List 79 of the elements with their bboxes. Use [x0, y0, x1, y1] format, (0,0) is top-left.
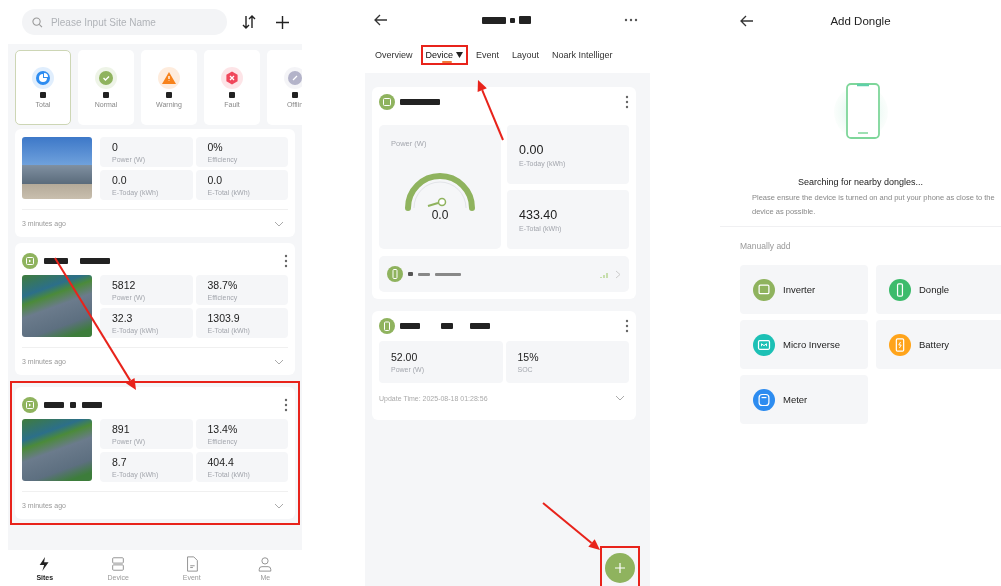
metric-value: 0.0 [207, 174, 224, 186]
metric-value: 404.4 [207, 456, 235, 468]
tab[interactable]: Noark Intelliger [547, 45, 618, 65]
metric-value: 5812 [112, 279, 137, 291]
metric-value: 15% [517, 351, 540, 363]
plus-icon [615, 563, 625, 573]
redacted-name [418, 272, 430, 276]
site-icon [22, 253, 38, 269]
site-icon [22, 397, 38, 413]
metric-value: 1303.9 [207, 312, 241, 324]
tab[interactable]: Layout [507, 45, 545, 65]
device-type-option[interactable]: Inverter [740, 265, 868, 314]
normal-status-icon [95, 67, 117, 89]
redacted-count [292, 92, 298, 98]
battery-icon [379, 318, 395, 334]
redacted-name [470, 323, 490, 329]
metric-value: 433.40 [519, 207, 559, 222]
more-icon[interactable] [624, 18, 638, 22]
metric-value: 891 [112, 423, 131, 435]
metric-value: 32.3 [112, 312, 134, 324]
warning-status-icon [158, 67, 180, 89]
search-status: Searching for nearby dongles... [796, 177, 925, 187]
inverter-icon [379, 94, 395, 110]
search-bar[interactable]: Please Input Site Name [22, 9, 227, 35]
device-type-option[interactable]: Meter [740, 375, 868, 424]
search-input[interactable]: Please Input Site Name [48, 15, 217, 29]
dongle-icon [387, 266, 403, 282]
photo-placeholder [22, 137, 92, 199]
redacted-name [408, 272, 413, 276]
redacted-name [435, 272, 461, 276]
metric-value: 13.4% [207, 423, 239, 435]
device-type-option[interactable]: Micro Inverse [740, 320, 868, 369]
more-icon[interactable] [625, 95, 629, 109]
redacted-name [441, 323, 453, 329]
redacted-name [400, 323, 420, 329]
tab[interactable]: Event [471, 45, 505, 65]
redacted-name [80, 258, 110, 264]
redacted-count [103, 92, 109, 98]
redacted-name [44, 258, 68, 264]
back-arrow-icon[interactable] [740, 15, 754, 27]
device-icon [110, 555, 127, 572]
redacted-title [518, 16, 531, 24]
me-icon [257, 555, 274, 572]
device-type-option[interactable]: Dongle [876, 265, 1001, 314]
device-type-option[interactable]: Battery [876, 320, 1001, 369]
metric-value: 0.00 [519, 142, 545, 157]
fault-status-icon [221, 67, 243, 89]
metric-value: 38.7% [207, 279, 239, 291]
sort-icon [241, 15, 256, 29]
screen-title: Add Dongle [829, 15, 892, 27]
redacted-count [166, 92, 172, 98]
metric-value: 0% [207, 141, 224, 153]
more-icon[interactable] [284, 254, 288, 268]
more-icon[interactable] [625, 319, 629, 333]
metric-value: 52.00 [391, 351, 419, 363]
total-status-icon [32, 67, 54, 89]
back-arrow-icon[interactable] [374, 14, 388, 26]
redacted-count [229, 92, 235, 98]
redacted-name [400, 99, 440, 105]
redacted-title [481, 16, 506, 24]
offline-status-icon [284, 67, 302, 89]
redacted-name [44, 402, 64, 408]
redacted-title [509, 17, 515, 23]
tab[interactable]: Device [420, 45, 469, 65]
redacted-name [82, 402, 102, 408]
photo-placeholder [22, 419, 92, 481]
section-heading: Manually add [739, 241, 792, 251]
metric-value: 8.7 [112, 456, 128, 468]
redacted-name [70, 402, 76, 408]
photo-placeholder [22, 275, 92, 337]
power-value: 0.0 [431, 208, 449, 222]
plus-icon [275, 15, 289, 29]
redacted-count [40, 92, 46, 98]
metric-value: 0 [112, 141, 119, 153]
tab[interactable]: Overview [370, 45, 418, 65]
search-icon [32, 16, 43, 28]
more-icon[interactable] [284, 398, 288, 412]
annotation-arrow [477, 80, 504, 141]
metric-value: 0.0 [112, 174, 128, 186]
